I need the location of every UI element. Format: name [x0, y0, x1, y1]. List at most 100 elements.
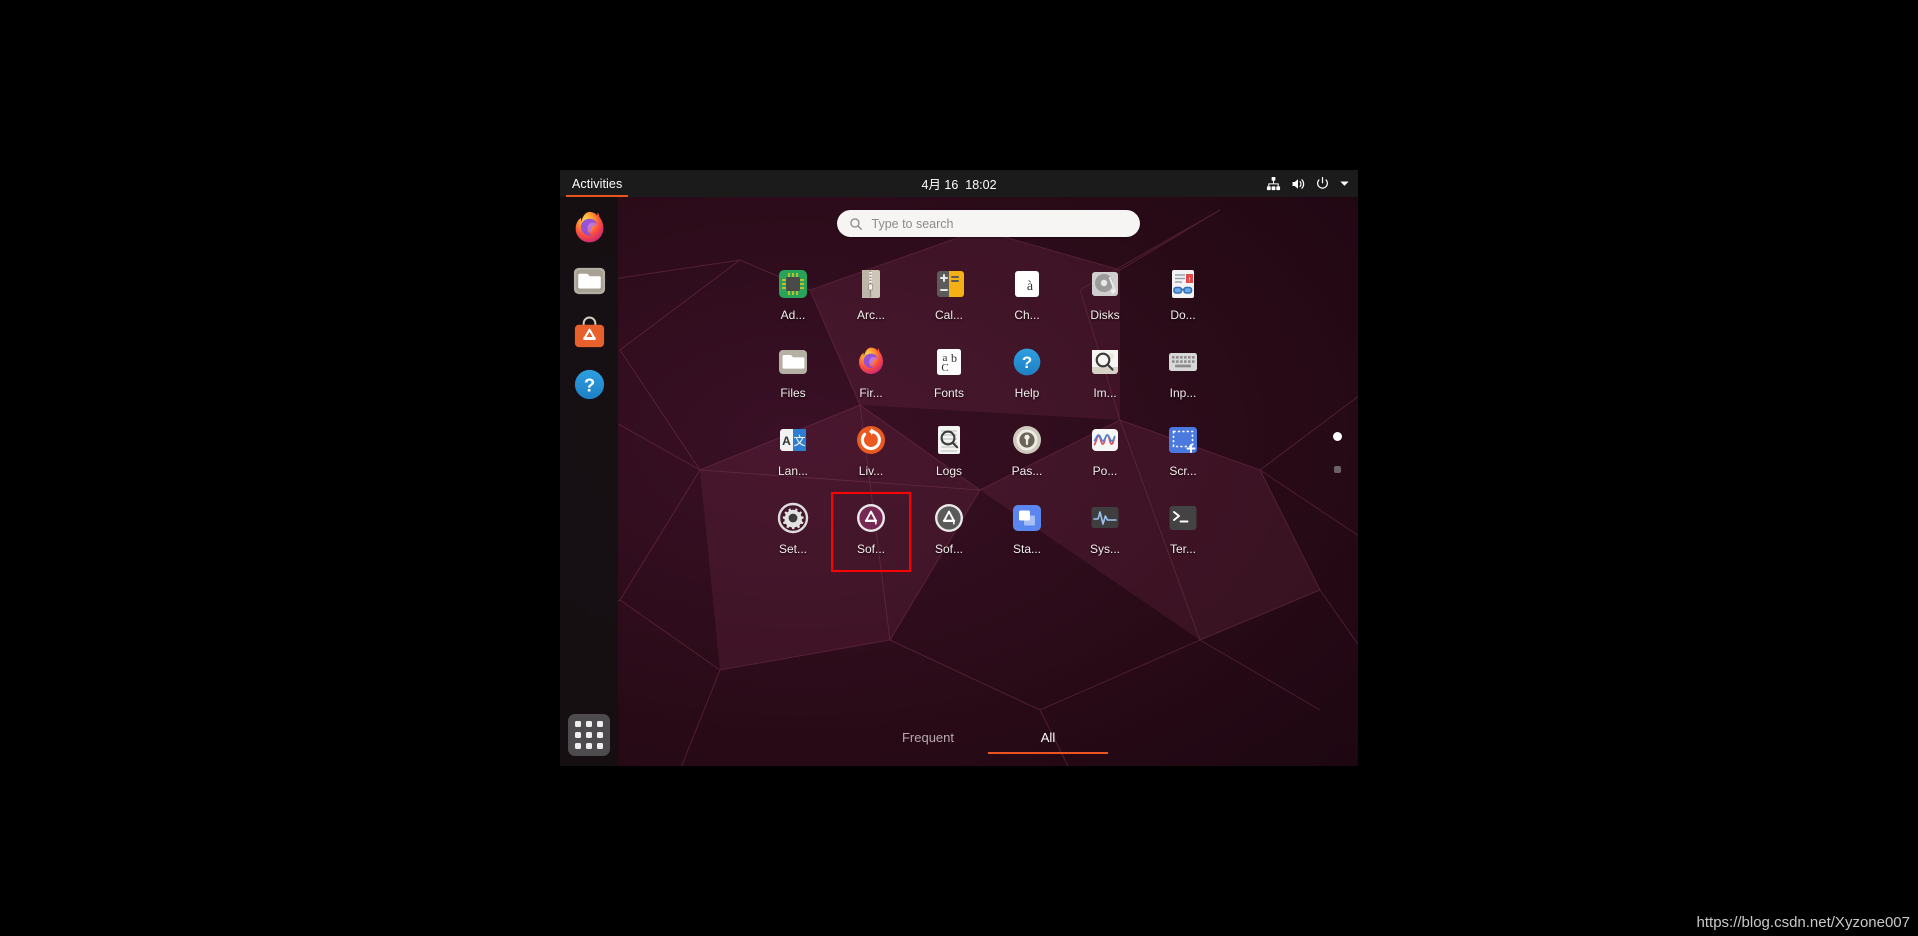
app-item-software-updater[interactable]: Sof...	[910, 493, 988, 571]
passwords-keys-icon	[1010, 423, 1044, 457]
grid-dot	[597, 743, 603, 749]
app-item-screenshot[interactable]: Scr...	[1144, 415, 1222, 493]
app-item-image-viewer[interactable]: Im...	[1066, 337, 1144, 415]
app-label: Po...	[1092, 464, 1118, 478]
clock[interactable]: 4月 16 18:02	[921, 174, 996, 193]
app-item-livepatch[interactable]: Liv...	[832, 415, 910, 493]
view-selector-tabs: Frequent All	[618, 726, 1358, 754]
characters-icon: à	[1010, 267, 1044, 301]
svg-text:b: b	[951, 351, 957, 365]
app-label: Pas...	[1011, 464, 1043, 478]
volume-icon[interactable]	[1290, 176, 1306, 192]
ubuntu-software-icon	[854, 501, 888, 535]
livepatch-icon	[854, 423, 888, 457]
files-icon	[776, 345, 810, 379]
app-label: Scr...	[1169, 464, 1197, 478]
show-applications-wrapper	[568, 714, 610, 756]
app-item-archive-manager[interactable]: Arc...	[832, 259, 910, 337]
grid-dot	[586, 743, 592, 749]
activities-overview: Type to search Ad... Arc... Cal... à Ch.…	[618, 197, 1358, 766]
app-label: Do...	[1170, 308, 1196, 322]
app-item-language-selector[interactable]: A 文 Lan...	[754, 415, 832, 493]
firefox-icon	[575, 211, 603, 242]
screen: Activities 4月 16 18:02 ? Type to search …	[0, 0, 1918, 936]
grid-dot	[586, 732, 592, 738]
app-item-passwords-keys[interactable]: Pas...	[988, 415, 1066, 493]
system-status-area[interactable]	[1266, 170, 1350, 197]
app-item-additional-drivers[interactable]: Ad...	[754, 259, 832, 337]
power-icon[interactable]	[1315, 176, 1330, 191]
archive-manager-icon	[854, 267, 888, 301]
app-label: Fonts	[933, 386, 964, 400]
app-item-calculator[interactable]: Cal...	[910, 259, 988, 337]
svg-text:?: ?	[583, 374, 594, 395]
tab-frequent[interactable]: Frequent	[868, 726, 988, 754]
dock-item-firefox[interactable]	[568, 207, 610, 249]
app-item-settings[interactable]: Set...	[754, 493, 832, 571]
search-bar-wrapper: Type to search	[618, 210, 1358, 237]
app-label: Disks	[1090, 308, 1120, 322]
language-selector-icon: A 文	[776, 423, 810, 457]
app-item-fonts[interactable]: a b C Fonts	[910, 337, 988, 415]
firefox-icon	[854, 345, 888, 379]
help-icon: ?	[1010, 345, 1044, 379]
app-label: Im...	[1093, 386, 1117, 400]
network-icon[interactable]	[1266, 176, 1281, 191]
app-label: Set...	[778, 542, 807, 556]
tab-label: Frequent	[901, 730, 955, 745]
page-dot-1[interactable]	[1333, 432, 1342, 441]
startup-applications-icon	[1010, 501, 1044, 535]
activities-button[interactable]: Activities	[560, 170, 634, 197]
app-item-terminal[interactable]: Ter...	[1144, 493, 1222, 571]
grid-dot	[575, 743, 581, 749]
svg-text:C: C	[941, 362, 948, 374]
search-input[interactable]: Type to search	[836, 210, 1140, 237]
app-item-firefox[interactable]: Fir...	[832, 337, 910, 415]
activities-active-underline	[566, 195, 629, 197]
app-label: Fir...	[859, 386, 883, 400]
terminal-icon	[1166, 501, 1200, 535]
dock: ?	[560, 197, 618, 766]
search-placeholder: Type to search	[871, 216, 954, 231]
app-item-power-statistics[interactable]: Po...	[1066, 415, 1144, 493]
app-label: Ad...	[780, 308, 806, 322]
app-item-disks[interactable]: Disks	[1066, 259, 1144, 337]
top-bar: Activities 4月 16 18:02	[560, 170, 1358, 197]
app-label: Ter...	[1169, 542, 1196, 556]
app-item-system-monitor[interactable]: Sys...	[1066, 493, 1144, 571]
app-label: Ch...	[1014, 308, 1040, 322]
image-viewer-icon	[1088, 345, 1122, 379]
dock-item-files[interactable]	[568, 259, 610, 301]
application-grid: Ad... Arc... Cal... à Ch... Disks ! Do..…	[618, 259, 1358, 572]
app-item-input-keyboard[interactable]: Inp...	[1144, 337, 1222, 415]
app-label: Logs	[935, 464, 963, 478]
page-indicator	[1333, 432, 1342, 473]
app-item-help[interactable]: ? Help	[988, 337, 1066, 415]
grid-dot	[597, 721, 603, 727]
app-label: Files	[780, 386, 806, 400]
watermark: https://blog.csdn.net/Xyzone007	[1696, 914, 1910, 931]
software-updater-icon	[932, 501, 966, 535]
app-label: Sys...	[1089, 542, 1120, 556]
system-monitor-icon	[1088, 501, 1122, 535]
chevron-down-icon[interactable]	[1339, 178, 1350, 189]
show-applications-button[interactable]	[568, 714, 610, 756]
document-viewer-icon: !	[1166, 267, 1200, 301]
dock-item-ubuntu-software[interactable]	[568, 311, 610, 353]
app-item-ubuntu-software[interactable]: Sof...	[831, 492, 911, 572]
app-item-logs[interactable]: Logs	[910, 415, 988, 493]
tab-label: All	[1040, 730, 1056, 745]
grid-dot	[586, 721, 592, 727]
app-item-characters[interactable]: à Ch...	[988, 259, 1066, 337]
input-keyboard-icon	[1166, 345, 1200, 379]
app-item-files[interactable]: Files	[754, 337, 832, 415]
app-label: Arc...	[856, 308, 885, 322]
ubuntu-software-icon	[574, 316, 604, 347]
files-icon	[573, 267, 605, 294]
activities-label: Activities	[572, 176, 623, 191]
app-item-document-viewer[interactable]: ! Do...	[1144, 259, 1222, 337]
app-item-startup-applications[interactable]: Sta...	[988, 493, 1066, 571]
tab-all[interactable]: All	[988, 726, 1108, 754]
dock-item-help[interactable]: ?	[568, 363, 610, 405]
page-dot-2[interactable]	[1334, 466, 1341, 473]
